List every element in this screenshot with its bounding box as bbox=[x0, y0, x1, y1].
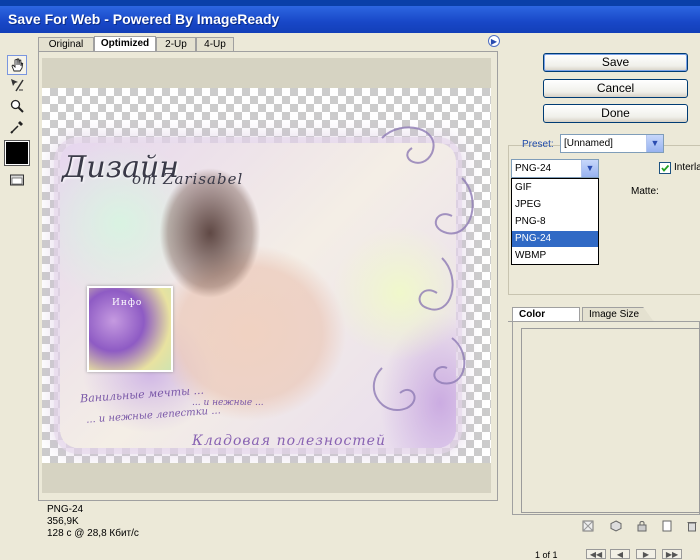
tab-4-up[interactable]: 4-Up bbox=[196, 37, 234, 52]
format-option-gif[interactable]: GIF bbox=[512, 180, 598, 196]
done-button[interactable]: Done bbox=[543, 104, 688, 123]
preset-value: [Unnamed] bbox=[564, 138, 613, 149]
tab-2-up[interactable]: 2-Up bbox=[156, 37, 196, 52]
cancel-button[interactable]: Cancel bbox=[543, 79, 688, 98]
tab-color-table[interactable]: Color Table bbox=[512, 307, 580, 334]
lock-color-button[interactable] bbox=[636, 520, 648, 532]
format-option-jpeg[interactable]: JPEG bbox=[512, 197, 598, 213]
hand-icon bbox=[11, 58, 24, 72]
map-transparent-button[interactable] bbox=[582, 520, 594, 532]
last-page-button[interactable]: ▶▶ bbox=[662, 549, 682, 559]
status-format: PNG-24 bbox=[47, 504, 84, 515]
status-file-size: 356,9K bbox=[47, 516, 79, 527]
image-preview-canvas[interactable]: Инфо Дизайн от Zarisabel Ванильные мечты… bbox=[42, 88, 491, 463]
next-page-button[interactable]: ▶ bbox=[636, 549, 656, 559]
matte-label: Matte: bbox=[631, 186, 659, 197]
eyedropper-icon bbox=[10, 121, 23, 134]
delete-color-button[interactable] bbox=[686, 520, 698, 532]
preview-top-strip bbox=[42, 58, 491, 88]
format-value: PNG-24 bbox=[515, 163, 552, 174]
interlaced-checkbox[interactable] bbox=[659, 162, 671, 174]
slice-select-icon bbox=[11, 79, 24, 92]
checkmark-icon bbox=[661, 164, 670, 172]
map-transparent-icon bbox=[582, 520, 594, 532]
hand-tool-button[interactable] bbox=[7, 55, 27, 75]
previous-page-button[interactable]: ◀ bbox=[610, 549, 630, 559]
chevron-down-icon[interactable]: ▼ bbox=[646, 135, 663, 152]
trash-icon bbox=[687, 522, 697, 532]
format-option-png-24[interactable]: PNG-24 bbox=[512, 231, 598, 247]
preset-select[interactable]: [Unnamed] ▼ bbox=[560, 134, 664, 153]
format-select[interactable]: PNG-24 ▼ bbox=[511, 159, 599, 178]
view-menu-icon[interactable]: ▶ bbox=[488, 35, 500, 47]
interlaced-label: Interla bbox=[674, 162, 700, 173]
status-download-time: 128 с @ 28,8 Кбит/с bbox=[47, 528, 139, 539]
slice-select-tool-button[interactable] bbox=[7, 75, 27, 95]
tab-original[interactable]: Original bbox=[38, 37, 94, 52]
decorative-swirls bbox=[372, 126, 474, 411]
tab-optimized[interactable]: Optimized bbox=[94, 36, 156, 52]
preview-browser-button[interactable] bbox=[7, 170, 27, 190]
artwork-footer: Кладовая полезностей bbox=[192, 433, 386, 449]
new-color-button[interactable] bbox=[661, 520, 673, 532]
window-title: Save For Web - Powered By ImageReady bbox=[8, 11, 280, 27]
save-button[interactable]: Save bbox=[543, 53, 688, 72]
eyedropper-color-swatch[interactable] bbox=[4, 140, 30, 166]
zoom-icon bbox=[10, 99, 24, 113]
title-bar: Save For Web - Powered By ImageReady bbox=[0, 6, 700, 33]
first-page-button[interactable]: ◀◀ bbox=[586, 549, 606, 559]
web-shift-button[interactable] bbox=[610, 520, 622, 532]
new-page-icon bbox=[662, 520, 672, 532]
preview-icon bbox=[10, 174, 24, 186]
cube-icon bbox=[610, 520, 622, 532]
format-option-wbmp[interactable]: WBMP bbox=[512, 248, 598, 264]
format-option-png-8[interactable]: PNG-8 bbox=[512, 214, 598, 230]
artwork-subtitle: от Zarisabel bbox=[132, 170, 244, 188]
format-dropdown-list: GIF JPEG PNG-8 PNG-24 WBMP bbox=[511, 178, 599, 265]
zoom-tool-button[interactable] bbox=[7, 96, 27, 116]
tab-image-size[interactable]: Image Size bbox=[582, 307, 654, 322]
preview-bottom-strip bbox=[42, 463, 491, 493]
eyedropper-tool-button[interactable] bbox=[7, 117, 27, 137]
artwork-inset-label: Инфо bbox=[112, 298, 143, 308]
chevron-down-icon[interactable]: ▼ bbox=[581, 160, 598, 177]
lock-icon bbox=[637, 521, 647, 532]
color-table-swatches[interactable] bbox=[521, 328, 700, 513]
preset-label: Preset: bbox=[522, 139, 554, 150]
